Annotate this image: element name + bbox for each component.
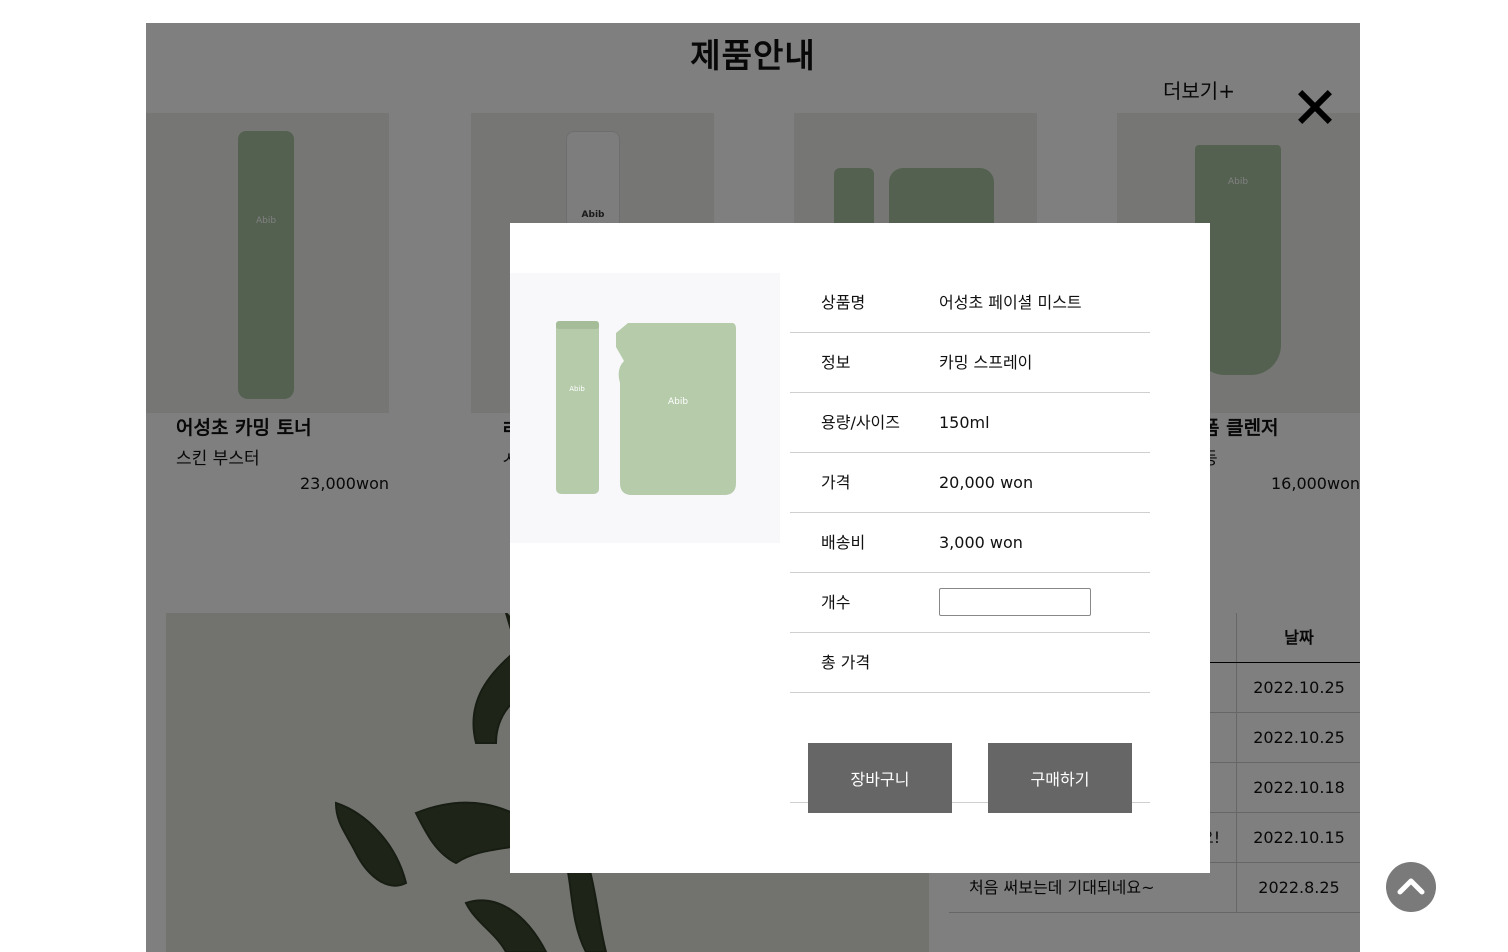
size-row: 용량/사이즈 150ml — [790, 393, 1150, 453]
product-name-label: 상품명 — [821, 293, 866, 312]
pouch-brand-mark: Abib — [668, 397, 688, 407]
add-to-cart-button[interactable]: 장바구니 — [808, 743, 952, 813]
scroll-top-button[interactable] — [1386, 862, 1436, 912]
product-name-value: 어성초 페이셜 미스트 — [939, 293, 1082, 312]
shipping-label: 배송비 — [821, 533, 866, 552]
price-row: 가격 20,000 won — [790, 453, 1150, 513]
chevron-up-icon — [1397, 878, 1425, 895]
info-label: 정보 — [821, 353, 851, 372]
total-price-row: 총 가격 — [790, 633, 1150, 693]
price-label: 가격 — [821, 473, 851, 492]
price-value: 20,000 won — [939, 473, 1034, 492]
quantity-row: 개수 — [790, 573, 1150, 633]
quantity-input[interactable] — [939, 588, 1091, 616]
product-modal: Abib Abib 상품명 어성초 페이셜 미스트 정보 카밍 스프레이 용량/… — [510, 223, 1210, 873]
info-value: 카밍 스프레이 — [939, 353, 1033, 372]
total-price-label: 총 가격 — [821, 653, 871, 672]
bottle-brand-mark: Abib — [569, 385, 585, 393]
size-value: 150ml — [939, 413, 990, 432]
quantity-label: 개수 — [821, 593, 851, 612]
modal-product-image: Abib Abib — [510, 273, 780, 543]
size-label: 용량/사이즈 — [821, 413, 900, 432]
product-name-row: 상품명 어성초 페이셜 미스트 — [790, 273, 1150, 333]
close-icon[interactable] — [1296, 88, 1334, 126]
mist-set-illustration: Abib Abib — [510, 273, 780, 543]
info-row: 정보 카밍 스프레이 — [790, 333, 1150, 393]
shipping-value: 3,000 won — [939, 533, 1023, 552]
shipping-row: 배송비 3,000 won — [790, 513, 1150, 573]
buy-now-button[interactable]: 구매하기 — [988, 743, 1132, 813]
